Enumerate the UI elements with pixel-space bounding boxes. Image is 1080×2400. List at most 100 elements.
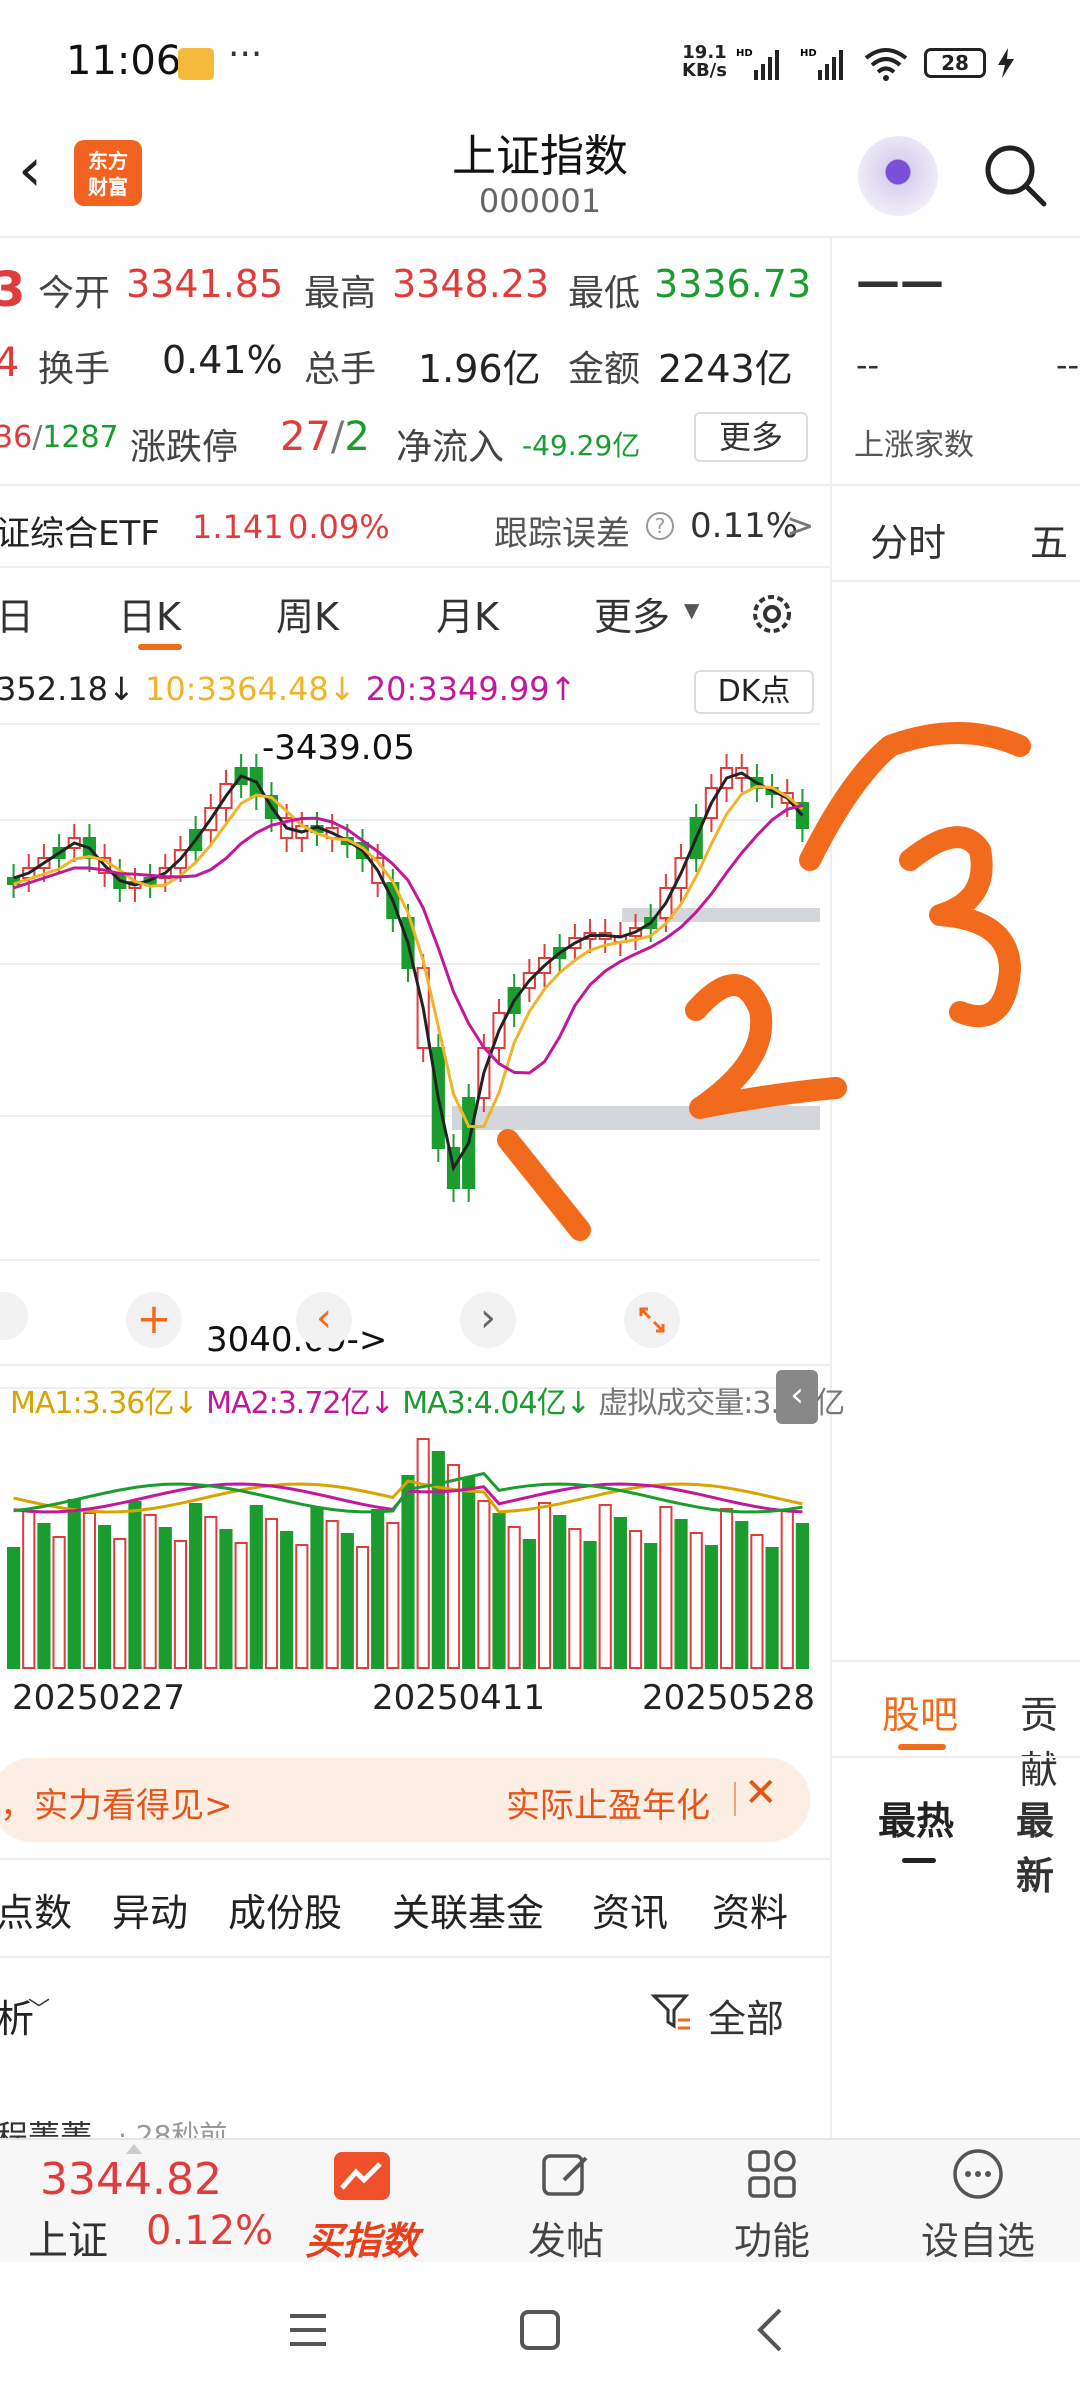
handwritten-digit-3-hook [799,722,1031,871]
scroll-left-button[interactable]: ‹ [296,1292,352,1348]
index-price[interactable]: 3344.82 [40,2154,222,2205]
volume-bar [522,1539,536,1669]
promo-right-text[interactable]: 实际止盈年化 [506,1778,726,1827]
promo-left-text[interactable]: ，实力看得见> [0,1778,233,1827]
volume-bar [355,1546,370,1669]
collapse-panel-button[interactable]: ‹ [776,1370,818,1424]
volume-bar [613,1517,627,1669]
zoom-in-button[interactable]: + [126,1292,182,1348]
volume-bar [401,1475,415,1669]
volume-bar [189,1503,203,1669]
subtab-index-points[interactable]: 点数 [0,1882,72,1937]
volume-bar [537,1502,552,1669]
back-nav-icon[interactable] [752,2306,788,2354]
divider [830,1756,1080,1758]
tab-stock-forum[interactable]: 股吧 [882,1684,958,1739]
handwritten-digit-1 [497,1129,591,1241]
volume-bar [462,1477,476,1669]
volume-bar [598,1504,612,1669]
volume-bar [644,1543,658,1669]
volume-bar [568,1528,582,1669]
date-label-3: 20250528 [642,1678,816,1718]
volume-bar [280,1531,294,1669]
fullscreen-button[interactable] [624,1292,680,1348]
volume-bar [659,1506,673,1669]
feed-author[interactable]: 程菁菁 [0,2112,92,2138]
date-label-2: 20250411 [372,1678,546,1718]
add-watchlist-button[interactable]: 设自选 [898,2210,1058,2265]
tab-newest[interactable]: 最新 [1016,1790,1080,1900]
volume-bar [52,1536,66,1669]
volume-bar [719,1508,734,1669]
divider [830,1660,1080,1662]
volume-bar [219,1529,233,1669]
index-change[interactable]: 0.12% [146,2208,273,2254]
menu-icon[interactable] [286,2310,330,2350]
volume-bar [446,1464,461,1669]
volume-bar [82,1512,97,1669]
volume-bar [416,1438,430,1669]
volume-bar [750,1534,764,1669]
volume-bar [67,1499,81,1669]
post-edit-icon[interactable] [538,2146,594,2202]
tab-contribution[interactable]: 贡献 [1020,1684,1080,1794]
home-icon[interactable] [518,2308,562,2352]
volume-bar [143,1514,157,1669]
subtab-news[interactable]: 资讯 [592,1882,668,1937]
subtab-movement[interactable]: 异动 [112,1882,188,1937]
volume-bar [264,1518,279,1669]
scroll-right-button[interactable]: › [460,1292,516,1348]
volume-bar [507,1526,521,1669]
tab-active-indicator [902,1858,936,1863]
volume-bar [204,1516,218,1669]
subtab-related-funds[interactable]: 关联基金 [392,1882,544,1937]
volume-ma-legend: MA1:3.36亿↓ MA2:3.72亿↓ MA3:4.04亿↓ 虚拟成交量:3… [10,1386,845,1421]
divider [734,1782,736,1816]
volume-bar [128,1501,142,1669]
volume-bar [7,1547,21,1669]
volume-bar [674,1519,688,1669]
volume-bar [780,1510,794,1669]
volume-bars [7,1438,810,1669]
volume-bar [249,1505,263,1669]
post-button[interactable]: 发帖 [486,2210,646,2265]
volume-bar [477,1500,491,1669]
volume-bar [173,1540,188,1669]
tab-active-indicator [898,1744,946,1750]
feed-time: · 28秒前 [118,2119,228,2138]
volume-bar [553,1515,567,1669]
volume-bar [22,1510,36,1669]
index-name[interactable]: 上证 [28,2208,108,2266]
volume-bar [158,1527,172,1669]
volume-bar [371,1509,385,1669]
expand-up-icon [126,2144,142,2154]
volume-bar [689,1532,703,1669]
functions-grid-icon[interactable] [744,2146,800,2202]
handwritten-digit-2 [685,974,847,1119]
volume-bar [234,1542,248,1669]
subtab-profile[interactable]: 资料 [712,1882,788,1937]
volume-bar [386,1522,400,1669]
volume-bar [628,1530,643,1669]
volume-bar [795,1523,810,1669]
subtab-constituents[interactable]: 成份股 [228,1882,342,1937]
add-watchlist-icon[interactable] [950,2146,1006,2202]
divider [0,1956,830,1958]
handwritten-annotations [497,722,1031,1241]
date-label-1: 20250227 [12,1678,186,1718]
buy-index-icon[interactable] [332,2150,392,2202]
volume-bar [113,1538,127,1669]
handwritten-digit-3 [899,826,1021,1028]
volume-bar [583,1541,597,1669]
volume-bar [37,1523,51,1669]
volume-bar [735,1521,749,1669]
buy-index-button[interactable]: 买指数 [282,2210,442,2265]
divider [0,1858,830,1860]
tab-hottest[interactable]: 最热 [878,1790,954,1845]
close-banner-icon[interactable]: ✕ [744,1770,778,1816]
chevron-down-icon: ﹀ [28,1998,51,2023]
filter-icon[interactable] [650,1990,694,2034]
filter-all-label[interactable]: 全部 [708,1988,784,2043]
functions-button[interactable]: 功能 [692,2210,852,2265]
volume-bar [704,1545,718,1669]
